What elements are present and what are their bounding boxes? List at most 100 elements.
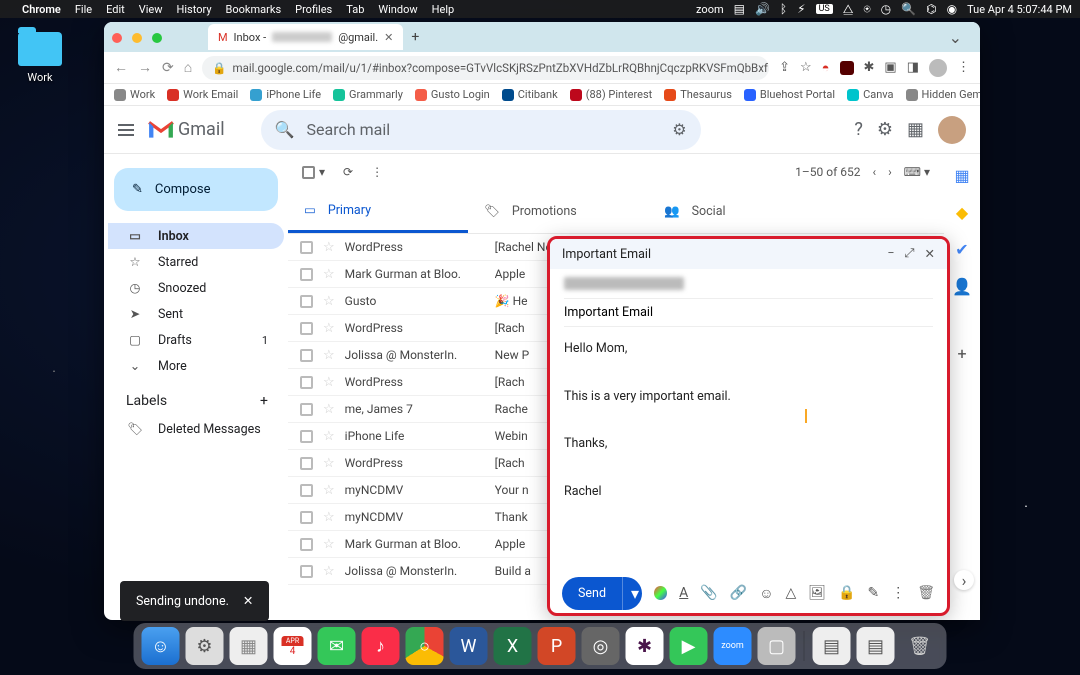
more-actions-icon[interactable]: ⋮ <box>371 165 383 179</box>
bm-hidden-gems[interactable]: Hidden Gems <box>906 88 980 101</box>
url-field[interactable]: 🔒 mail.google.com/mail/u/1/#inbox?compos… <box>202 56 769 80</box>
send-options-icon[interactable]: ▾ <box>622 577 642 610</box>
compose-expand-icon[interactable]: ⤢ <box>905 246 915 262</box>
menu-window[interactable]: Window <box>378 3 417 16</box>
compose-body-field[interactable]: Hello Mom,This is a very important email… <box>550 327 947 573</box>
desktop-folder-work[interactable]: Work <box>12 32 68 84</box>
dock-powerpoint-icon[interactable]: P <box>538 627 576 665</box>
bm-thesaurus[interactable]: Thesaurus <box>664 88 732 101</box>
row-checkbox[interactable] <box>300 376 313 389</box>
extensions-icon[interactable]: ✱ <box>864 60 875 75</box>
row-star-icon[interactable]: ☆ <box>323 294 335 309</box>
keep-icon[interactable]: ◆ <box>956 203 968 222</box>
ext2-icon[interactable] <box>840 61 854 75</box>
send-button[interactable]: Send ▾ <box>562 577 642 610</box>
profile-avatar[interactable] <box>929 59 947 77</box>
row-checkbox[interactable] <box>300 268 313 281</box>
nav-back-icon[interactable]: ← <box>114 59 128 76</box>
help-icon[interactable]: ? <box>854 119 863 140</box>
zoom-label[interactable]: zoom <box>696 3 724 16</box>
dock-launchpad-icon[interactable]: ▦ <box>230 627 268 665</box>
hamburger-icon[interactable] <box>118 124 134 136</box>
ext1-icon[interactable]: ◓ <box>822 60 830 76</box>
contacts-icon[interactable]: 👤 <box>952 277 972 296</box>
close-window[interactable] <box>112 33 122 43</box>
dock-app-2-icon[interactable]: ▢ <box>758 627 796 665</box>
link-icon[interactable]: 🔗 <box>730 585 747 601</box>
input-tools-icon[interactable]: ⌨ ▾ <box>904 165 930 179</box>
format-text-icon[interactable]: A <box>679 585 688 601</box>
tab-close-icon[interactable]: ✕ <box>384 31 393 44</box>
dock-app-1-icon[interactable]: ◎ <box>582 627 620 665</box>
row-star-icon[interactable]: ☆ <box>323 429 335 444</box>
scroll-right-icon[interactable]: › <box>954 570 974 590</box>
menu-history[interactable]: History <box>177 3 212 16</box>
discard-icon[interactable]: 🗑 <box>917 585 935 601</box>
dock-file-2-icon[interactable]: ▤ <box>857 627 895 665</box>
row-checkbox[interactable] <box>300 322 313 335</box>
tab-social[interactable]: 👥Social <box>648 190 828 233</box>
search-input[interactable]: 🔍 Search mail ⚙ <box>261 110 701 150</box>
siri-icon[interactable]: ◉ <box>947 2 957 16</box>
nav-starred[interactable]: ☆Starred <box>108 249 284 275</box>
dock-chrome-icon[interactable]: ○ <box>406 627 444 665</box>
emoji-icon[interactable]: ☺ <box>759 585 773 602</box>
row-checkbox[interactable] <box>300 511 313 524</box>
tab-primary[interactable]: ▭Primary <box>288 190 468 233</box>
row-star-icon[interactable]: ☆ <box>323 267 335 282</box>
signature-icon[interactable]: ✎ <box>867 585 879 601</box>
user-icon[interactable]: ⍟ <box>863 2 870 17</box>
tasks-icon[interactable]: ✔ <box>955 240 968 259</box>
compose-subject-field[interactable]: Important Email <box>564 299 933 327</box>
input-source[interactable]: US <box>816 4 833 14</box>
row-star-icon[interactable]: ☆ <box>323 564 335 579</box>
menu-view[interactable]: View <box>139 3 163 16</box>
dock-slack-icon[interactable]: ✱ <box>626 627 664 665</box>
star-icon[interactable]: ☆ <box>800 60 812 75</box>
confidential-icon[interactable]: 🔒 <box>838 585 855 601</box>
bluetooth-icon[interactable]: ᛒ <box>780 2 787 16</box>
tab-list-chevron-icon[interactable]: ⌄ <box>949 28 962 47</box>
row-checkbox[interactable] <box>300 295 313 308</box>
row-star-icon[interactable]: ☆ <box>323 240 335 255</box>
compose-close-icon[interactable]: ✕ <box>925 246 935 262</box>
row-star-icon[interactable]: ☆ <box>323 537 335 552</box>
menu-file[interactable]: File <box>75 3 92 16</box>
minimize-window[interactable] <box>132 33 142 43</box>
row-checkbox[interactable] <box>300 430 313 443</box>
label-deleted-messages[interactable]: 🏷Deleted Messages <box>108 417 284 442</box>
clock-icon-small[interactable]: ◷ <box>881 2 891 16</box>
control-center-icon[interactable]: ⌬ <box>926 2 936 16</box>
add-label-icon[interactable]: + <box>260 393 268 409</box>
dock-calendar-icon[interactable]: APR4 <box>274 627 312 665</box>
nav-forward-icon[interactable]: → <box>138 59 152 76</box>
apps-grid-icon[interactable]: ▦ <box>907 119 924 140</box>
compose-button[interactable]: ✎ Compose <box>114 168 278 211</box>
account-avatar[interactable] <box>938 116 966 144</box>
sidepanel-icon[interactable]: ◨ <box>907 60 919 75</box>
bm-work[interactable]: Work <box>114 88 155 101</box>
select-dropdown-icon[interactable]: ▾ <box>319 165 325 179</box>
row-star-icon[interactable]: ☆ <box>323 348 335 363</box>
bm-pinterest[interactable]: (88) Pinterest <box>570 88 653 101</box>
bm-work-email[interactable]: Work Email <box>167 88 238 101</box>
page-next-icon[interactable]: › <box>888 165 892 179</box>
dock-file-1-icon[interactable]: ▤ <box>813 627 851 665</box>
nav-snoozed[interactable]: ◷Snoozed <box>108 275 284 301</box>
menu-bookmarks[interactable]: Bookmarks <box>226 3 282 16</box>
row-checkbox[interactable] <box>300 484 313 497</box>
cast-icon[interactable]: ▣ <box>884 60 896 75</box>
bm-bluehost[interactable]: Bluehost Portal <box>744 88 835 101</box>
volume-icon[interactable]: 🔊 <box>755 2 770 16</box>
menu-help[interactable]: Help <box>432 3 455 16</box>
bm-citibank[interactable]: Citibank <box>502 88 558 101</box>
settings-icon[interactable]: ⚙ <box>877 119 893 140</box>
photo-icon[interactable]: 🖼 <box>808 585 826 601</box>
menu-profiles[interactable]: Profiles <box>295 3 332 16</box>
gmail-logo[interactable]: Gmail <box>148 119 225 140</box>
browser-tab[interactable]: M Inbox - @gmail. ✕ <box>208 24 403 50</box>
format-color-icon[interactable] <box>654 586 667 600</box>
share-icon[interactable]: ⇪ <box>779 60 790 75</box>
drive-icon[interactable]: △ <box>785 585 796 601</box>
select-all-checkbox[interactable] <box>302 166 315 179</box>
